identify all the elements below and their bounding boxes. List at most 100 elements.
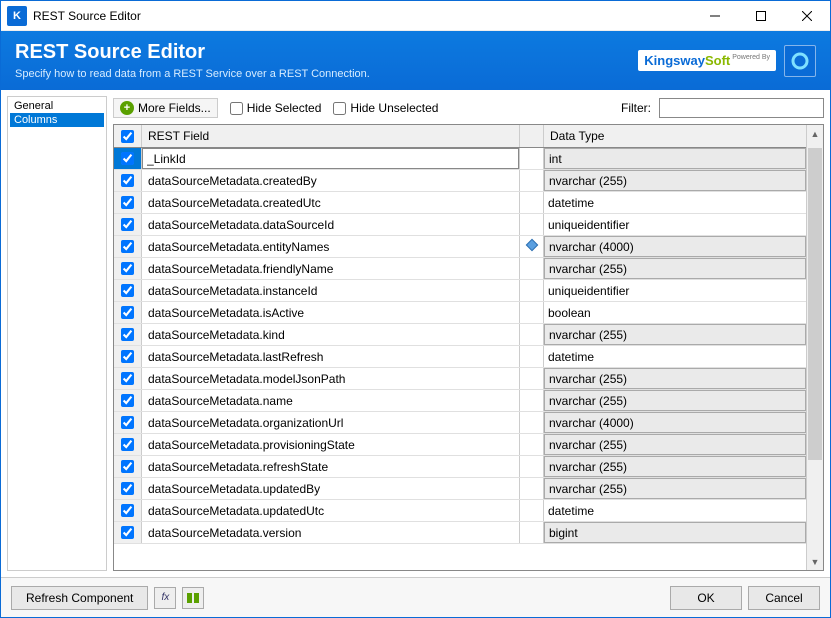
grid-row[interactable]: dataSourceMetadata.createdUtc datetime — [114, 192, 806, 214]
minimize-button[interactable] — [692, 1, 738, 31]
type-cell[interactable]: datetime — [544, 346, 806, 367]
type-cell[interactable]: int — [544, 148, 806, 169]
field-cell[interactable]: dataSourceMetadata.isActive — [142, 302, 520, 323]
map-columns-button[interactable] — [182, 587, 204, 609]
field-cell[interactable]: dataSourceMetadata.name — [142, 390, 520, 411]
type-dropdown[interactable]: uniqueidentifier — [544, 280, 806, 301]
grid-row[interactable]: dataSourceMetadata.kind nvarchar (255) — [114, 324, 806, 346]
hide-unselected-checkbox[interactable]: Hide Unselected — [333, 101, 438, 115]
type-dropdown[interactable]: nvarchar (255) — [544, 368, 806, 389]
field-cell[interactable] — [142, 148, 520, 169]
type-cell[interactable]: boolean — [544, 302, 806, 323]
field-cell[interactable]: dataSourceMetadata.provisioningState — [142, 434, 520, 455]
grid-row[interactable]: dataSourceMetadata.instanceId uniqueident… — [114, 280, 806, 302]
grid-row[interactable]: int — [114, 148, 806, 170]
row-checkbox[interactable] — [114, 280, 142, 301]
field-cell[interactable]: dataSourceMetadata.instanceId — [142, 280, 520, 301]
type-dropdown[interactable]: datetime — [544, 346, 806, 367]
row-checkbox[interactable] — [114, 478, 142, 499]
grid-row[interactable]: dataSourceMetadata.lastRefresh datetime — [114, 346, 806, 368]
type-dropdown[interactable]: nvarchar (255) — [544, 456, 806, 477]
header-rest-field[interactable]: REST Field — [142, 125, 520, 147]
type-cell[interactable]: nvarchar (255) — [544, 170, 806, 191]
row-checkbox[interactable] — [114, 214, 142, 235]
filter-input[interactable] — [659, 98, 824, 118]
ok-button[interactable]: OK — [670, 586, 742, 610]
grid-row[interactable]: dataSourceMetadata.createdBy nvarchar (25… — [114, 170, 806, 192]
type-cell[interactable]: bigint — [544, 522, 806, 543]
type-cell[interactable]: nvarchar (255) — [544, 390, 806, 411]
type-cell[interactable]: datetime — [544, 192, 806, 213]
type-dropdown[interactable]: boolean — [544, 302, 806, 323]
type-dropdown[interactable]: nvarchar (255) — [544, 434, 806, 455]
type-dropdown[interactable]: nvarchar (4000) — [544, 412, 806, 433]
type-dropdown[interactable]: nvarchar (255) — [544, 258, 806, 279]
grid-row[interactable]: dataSourceMetadata.organizationUrl nvarch… — [114, 412, 806, 434]
grid-row[interactable]: dataSourceMetadata.modelJsonPath nvarchar… — [114, 368, 806, 390]
maximize-button[interactable] — [738, 1, 784, 31]
field-cell[interactable]: dataSourceMetadata.entityNames — [142, 236, 520, 257]
row-checkbox[interactable] — [114, 236, 142, 257]
type-cell[interactable]: uniqueidentifier — [544, 214, 806, 235]
row-checkbox[interactable] — [114, 456, 142, 477]
grid-row[interactable]: dataSourceMetadata.entityNames nvarchar (… — [114, 236, 806, 258]
grid-row[interactable]: dataSourceMetadata.name nvarchar (255) — [114, 390, 806, 412]
grid-row[interactable]: dataSourceMetadata.friendlyNamenvarchar … — [114, 258, 806, 280]
row-checkbox[interactable] — [114, 192, 142, 213]
field-cell[interactable]: dataSourceMetadata.refreshState — [142, 456, 520, 477]
type-cell[interactable]: datetime — [544, 500, 806, 521]
scroll-up-arrow[interactable]: ▲ — [807, 125, 823, 142]
hide-selected-input[interactable] — [230, 102, 243, 115]
field-input[interactable] — [142, 148, 519, 169]
fx-button[interactable]: fx — [154, 587, 176, 609]
type-dropdown[interactable]: uniqueidentifier — [544, 214, 806, 235]
field-cell[interactable]: dataSourceMetadata.kind — [142, 324, 520, 345]
row-checkbox[interactable] — [114, 148, 142, 169]
field-cell[interactable]: dataSourceMetadata.createdBy — [142, 170, 520, 191]
grid-row[interactable]: dataSourceMetadata.updatedBy nvarchar (25… — [114, 478, 806, 500]
field-cell[interactable]: dataSourceMetadata.createdUtc — [142, 192, 520, 213]
type-cell[interactable]: nvarchar (255) — [544, 434, 806, 455]
grid-row[interactable]: dataSourceMetadata.updatedUtc datetime — [114, 500, 806, 522]
sidebar-item-general[interactable]: General — [10, 99, 104, 113]
type-dropdown[interactable]: bigint — [544, 522, 806, 543]
row-checkbox[interactable] — [114, 170, 142, 191]
field-cell[interactable]: dataSourceMetadata.updatedBy — [142, 478, 520, 499]
refresh-component-button[interactable]: Refresh Component — [11, 586, 148, 610]
field-cell[interactable]: dataSourceMetadata.modelJsonPath — [142, 368, 520, 389]
field-cell[interactable]: dataSourceMetadata.updatedUtc — [142, 500, 520, 521]
header-checkbox[interactable] — [114, 125, 142, 147]
type-dropdown[interactable]: nvarchar (255) — [544, 478, 806, 499]
type-dropdown[interactable]: nvarchar (4000) — [544, 236, 806, 257]
field-cell[interactable]: dataSourceMetadata.version — [142, 522, 520, 543]
grid-row[interactable]: dataSourceMetadata.provisioningState nvar… — [114, 434, 806, 456]
type-cell[interactable]: nvarchar (255) — [544, 478, 806, 499]
row-checkbox[interactable] — [114, 346, 142, 367]
field-cell[interactable]: dataSourceMetadata.lastRefresh — [142, 346, 520, 367]
sidebar-item-columns[interactable]: Columns — [10, 113, 104, 127]
cancel-button[interactable]: Cancel — [748, 586, 820, 610]
scroll-thumb[interactable] — [808, 148, 822, 460]
hide-selected-checkbox[interactable]: Hide Selected — [230, 101, 322, 115]
field-cell[interactable]: dataSourceMetadata.organizationUrl — [142, 412, 520, 433]
close-button[interactable] — [784, 1, 830, 31]
grid-row[interactable]: dataSourceMetadata.refreshState nvarchar … — [114, 456, 806, 478]
type-dropdown[interactable]: int — [544, 148, 806, 169]
type-cell[interactable]: nvarchar (255) — [544, 258, 806, 279]
type-cell[interactable]: nvarchar (255) — [544, 368, 806, 389]
type-cell[interactable]: nvarchar (255) — [544, 456, 806, 477]
row-checkbox[interactable] — [114, 324, 142, 345]
hide-unselected-input[interactable] — [333, 102, 346, 115]
row-checkbox[interactable] — [114, 302, 142, 323]
grid-row[interactable]: dataSourceMetadata.dataSourceIduniqueide… — [114, 214, 806, 236]
type-cell[interactable]: uniqueidentifier — [544, 280, 806, 301]
grid-row[interactable]: dataSourceMetadata.version bigint — [114, 522, 806, 544]
row-checkbox[interactable] — [114, 500, 142, 521]
type-cell[interactable]: nvarchar (255) — [544, 324, 806, 345]
vertical-scrollbar[interactable]: ▲ ▼ — [806, 125, 823, 570]
type-cell[interactable]: nvarchar (4000) — [544, 236, 806, 257]
row-checkbox[interactable] — [114, 390, 142, 411]
row-checkbox[interactable] — [114, 412, 142, 433]
type-dropdown[interactable]: datetime — [544, 192, 806, 213]
row-checkbox[interactable] — [114, 368, 142, 389]
